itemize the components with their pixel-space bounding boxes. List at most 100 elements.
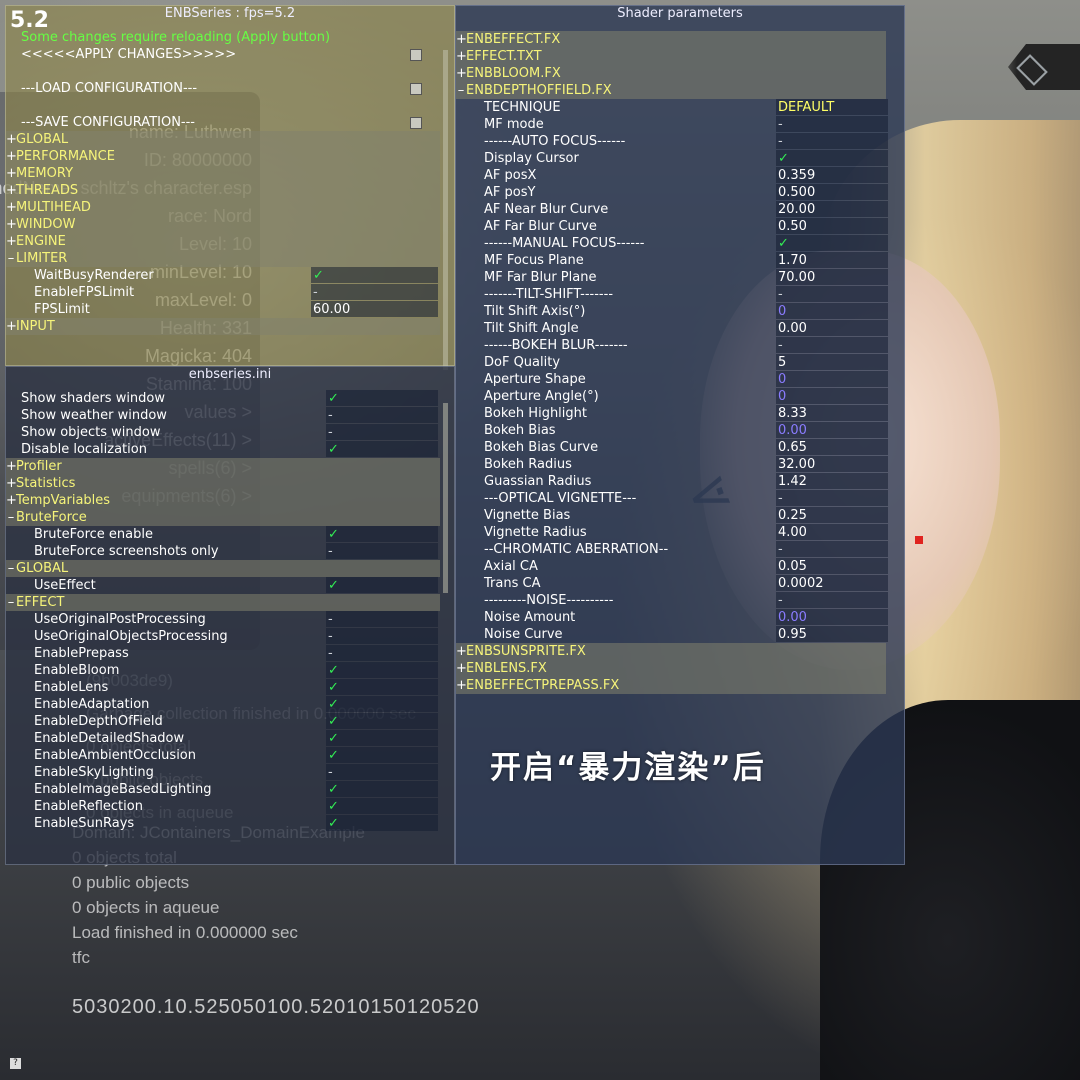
effect-item-7-checkmark-icon[interactable]: ✓ <box>326 731 339 746</box>
dof-param-22-value-cell[interactable]: 1.42 <box>776 473 888 489</box>
effect-item-7[interactable]: EnableDetailedShadow ✓ <box>6 730 440 747</box>
dof-param-13[interactable]: Tilt Shift Angle 0.00 <box>456 320 888 337</box>
enb-section-5-toggle-icon[interactable]: + <box>6 216 17 233</box>
limiter-item-2-value-cell[interactable]: 60.00 <box>311 301 438 317</box>
limiter-item-2-value[interactable]: 60.00 <box>311 302 350 317</box>
ini-section-2-toggle-icon[interactable]: + <box>6 492 17 509</box>
dof-param-23[interactable]: ---OPTICAL VIGNETTE--- - <box>456 490 888 507</box>
effect-item-8-value-cell[interactable]: ✓ <box>326 747 438 763</box>
ini-option-3[interactable]: Disable localization ✓ <box>6 441 440 458</box>
ini-section-0-toggle-icon[interactable]: + <box>6 458 17 475</box>
dof-param-8-checkmark-icon[interactable]: ✓ <box>776 236 789 251</box>
shader-file-2-toggle-icon[interactable]: + <box>456 65 467 82</box>
shader-file-0-toggle-icon[interactable]: + <box>456 31 467 48</box>
dof-param-25-value[interactable]: 4.00 <box>776 525 807 540</box>
enb-section-0[interactable]: +GLOBAL <box>6 131 440 148</box>
enbseries-window-title[interactable]: ENBSeries : fps=5.2 <box>6 6 454 23</box>
dof-param-17-value[interactable]: 0 <box>776 389 786 404</box>
enb-section-7[interactable]: – LIMITER <box>6 250 440 267</box>
effect-item-7-value-cell[interactable]: ✓ <box>326 730 438 746</box>
enb-section-input[interactable]: +INPUT <box>6 318 440 335</box>
effect-item-0-value-cell[interactable]: - <box>326 611 438 627</box>
effect-item-5-checkmark-icon[interactable]: ✓ <box>326 697 339 712</box>
shader-parameters-window[interactable]: Shader parameters +ENBEFFECT.FX +EFFECT.T… <box>455 5 905 865</box>
limiter-item-0-value-cell[interactable]: ✓ <box>311 267 438 283</box>
enbseries-window[interactable]: ENBSeries : fps=5.2 5.2 Some changes req… <box>5 5 455 370</box>
enb-section-2[interactable]: +MEMORY <box>6 165 440 182</box>
dof-param-2[interactable]: ------AUTO FOCUS------ - <box>456 133 888 150</box>
effect-item-8-checkmark-icon[interactable]: ✓ <box>326 748 339 763</box>
dof-param-22[interactable]: Guassian Radius 1.42 <box>456 473 888 490</box>
ini-window-title[interactable]: enbseries.ini <box>6 367 454 384</box>
dof-param-18-value-cell[interactable]: 8.33 <box>776 405 888 421</box>
dof-param-15[interactable]: DoF Quality 5 <box>456 354 888 371</box>
dof-param-16-value[interactable]: 0 <box>776 372 786 387</box>
global-item-0-checkmark-icon[interactable]: ✓ <box>326 578 339 593</box>
dof-param-26-value-cell[interactable]: - <box>776 541 888 557</box>
dof-param-5-value[interactable]: 0.500 <box>776 185 815 200</box>
ini-option-1-value[interactable]: - <box>326 408 333 423</box>
effect-item-6-checkmark-icon[interactable]: ✓ <box>326 714 339 729</box>
limiter-item-2[interactable]: FPSLimit 60.00 <box>6 301 440 318</box>
effect-item-9-value-cell[interactable]: - <box>326 764 438 780</box>
effect-item-12-value-cell[interactable]: ✓ <box>326 815 438 831</box>
effect-item-0-value[interactable]: - <box>326 612 333 627</box>
enb-section-4-toggle-icon[interactable]: + <box>6 199 17 216</box>
enb-section-2-toggle-icon[interactable]: + <box>6 165 17 182</box>
dof-param-24[interactable]: Vignette Bias 0.25 <box>456 507 888 524</box>
dof-param-29[interactable]: ---------NOISE---------- - <box>456 592 888 609</box>
ini-section-0[interactable]: +Profiler <box>6 458 440 475</box>
dof-param-27[interactable]: Axial CA 0.05 <box>456 558 888 575</box>
shader-file-after-0[interactable]: +ENBSUNSPRITE.FX <box>456 643 886 660</box>
ini-option-0-value-cell[interactable]: ✓ <box>326 390 438 406</box>
ini-scrollbar[interactable] <box>443 403 448 593</box>
enb-section-5[interactable]: +WINDOW <box>6 216 440 233</box>
action-checkbox-0[interactable] <box>410 49 422 61</box>
ini-section-1-toggle-icon[interactable]: + <box>6 475 17 492</box>
dof-param-20[interactable]: Bokeh Bias Curve 0.65 <box>456 439 888 456</box>
dof-param-27-value-cell[interactable]: 0.05 <box>776 558 888 574</box>
enb-section-0-toggle-icon[interactable]: + <box>6 131 17 148</box>
dof-param-7-value-cell[interactable]: 0.50 <box>776 218 888 234</box>
effect-item-9[interactable]: EnableSkyLighting - <box>6 764 440 781</box>
dof-param-19[interactable]: Bokeh Bias 0.00 <box>456 422 888 439</box>
dof-param-25[interactable]: Vignette Radius 4.00 <box>456 524 888 541</box>
dof-param-23-value[interactable]: - <box>776 491 783 506</box>
effect-item-10-value-cell[interactable]: ✓ <box>326 781 438 797</box>
dof-param-18[interactable]: Bokeh Highlight 8.33 <box>456 405 888 422</box>
limiter-item-1[interactable]: EnableFPSLimit - <box>6 284 440 301</box>
dof-param-9-value[interactable]: 1.70 <box>776 253 807 268</box>
dof-param-3-checkmark-icon[interactable]: ✓ <box>776 151 789 166</box>
enb-section-1[interactable]: +PERFORMANCE <box>6 148 440 165</box>
bruteforce-item-1[interactable]: BruteForce screenshots only - <box>6 543 440 560</box>
dof-param-3[interactable]: Display Cursor ✓ <box>456 150 888 167</box>
ini-option-1[interactable]: Show weather window - <box>6 407 440 424</box>
dof-param-2-value-cell[interactable]: - <box>776 133 888 149</box>
shader-file-dof-toggle-icon[interactable]: – <box>456 82 466 99</box>
dof-param-24-value-cell[interactable]: 0.25 <box>776 507 888 523</box>
shader-file-after-2-toggle-icon[interactable]: + <box>456 677 467 694</box>
dof-param-14-value[interactable]: - <box>776 338 783 353</box>
enb-section-3-toggle-icon[interactable]: + <box>6 182 17 199</box>
dof-param-8[interactable]: ------MANUAL FOCUS------ ✓ <box>456 235 888 252</box>
dof-param-4-value-cell[interactable]: 0.359 <box>776 167 888 183</box>
dof-param-26[interactable]: --CHROMATIC ABERRATION-- - <box>456 541 888 558</box>
dof-param-25-value-cell[interactable]: 4.00 <box>776 524 888 540</box>
dof-param-30[interactable]: Noise Amount 0.00 <box>456 609 888 626</box>
dof-param-4[interactable]: AF posX 0.359 <box>456 167 888 184</box>
ini-option-2-value-cell[interactable]: - <box>326 424 438 440</box>
action-checkbox-2[interactable] <box>410 117 422 129</box>
effect-item-6[interactable]: EnableDepthOfField ✓ <box>6 713 440 730</box>
dof-param-4-value[interactable]: 0.359 <box>776 168 815 183</box>
dof-param-21-value-cell[interactable]: 32.00 <box>776 456 888 472</box>
ini-option-3-value-cell[interactable]: ✓ <box>326 441 438 457</box>
ini-option-1-value-cell[interactable]: - <box>326 407 438 423</box>
effect-item-8[interactable]: EnableAmbientOcclusion ✓ <box>6 747 440 764</box>
effect-item-1-value[interactable]: - <box>326 629 333 644</box>
dof-param-0-value[interactable]: DEFAULT <box>776 100 834 115</box>
dof-param-6-value[interactable]: 20.00 <box>776 202 815 217</box>
effect-item-10-checkmark-icon[interactable]: ✓ <box>326 782 339 797</box>
effect-item-4-checkmark-icon[interactable]: ✓ <box>326 680 339 695</box>
dof-param-16-value-cell[interactable]: 0 <box>776 371 888 387</box>
enb-section-6-toggle-icon[interactable]: + <box>6 233 17 250</box>
